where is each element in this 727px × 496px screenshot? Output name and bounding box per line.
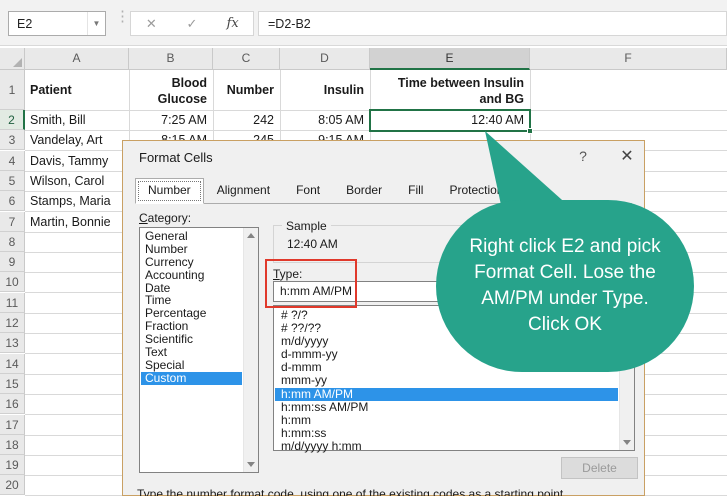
- category-label: Category:: [139, 211, 192, 225]
- category-item-number[interactable]: Number: [141, 242, 242, 256]
- row-header-4[interactable]: 4: [0, 151, 25, 171]
- row-header-18[interactable]: 18: [0, 435, 25, 455]
- tab-fill[interactable]: Fill: [395, 178, 436, 203]
- category-list[interactable]: General Number Currency Accounting Date Time P…: [139, 227, 259, 473]
- column-header-E[interactable]: E: [370, 48, 530, 70]
- scroll-down-icon[interactable]: [623, 440, 631, 445]
- scroll-up-icon[interactable]: [247, 233, 255, 238]
- row-header-7[interactable]: 7: [0, 212, 25, 232]
- row-header-3[interactable]: 3: [0, 130, 25, 150]
- row-header-13[interactable]: 13: [0, 333, 25, 353]
- red-highlight-box: [265, 259, 357, 308]
- cell-D2[interactable]: 8:05 AM: [280, 110, 370, 130]
- cell-A4[interactable]: Davis, Tammy: [25, 151, 129, 171]
- category-item-accounting[interactable]: Accounting: [141, 268, 242, 282]
- cell-A2[interactable]: Smith, Bill: [25, 110, 129, 130]
- row-header-15[interactable]: 15: [0, 374, 25, 394]
- cell-A5[interactable]: Wilson, Carol: [25, 171, 129, 191]
- cancel-icon[interactable]: ✕: [136, 16, 166, 32]
- column-header-A[interactable]: A: [25, 48, 129, 70]
- row-header-14[interactable]: 14: [0, 354, 25, 374]
- cell-E1[interactable]: Time between Insulin and BG: [370, 70, 530, 110]
- type-option[interactable]: h:mm: [275, 413, 618, 427]
- category-item-custom[interactable]: Custom: [141, 371, 242, 385]
- row-header-6[interactable]: 6: [0, 191, 25, 211]
- type-option[interactable]: h:mm:ss AM/PM: [275, 400, 618, 414]
- callout-text-line: Right click E2 and pick: [469, 236, 661, 257]
- row-header-5[interactable]: 5: [0, 171, 25, 191]
- tab-alignment[interactable]: Alignment: [204, 178, 283, 203]
- separator-dots-icon: ⋮: [115, 8, 130, 25]
- formula-buttons: ✕ ✓ fx: [130, 11, 254, 36]
- category-item-currency[interactable]: Currency: [141, 255, 242, 269]
- category-list-scrollbar[interactable]: [243, 228, 258, 472]
- cell-A3[interactable]: Vandelay, Art: [25, 130, 129, 150]
- row-header-17[interactable]: 17: [0, 415, 25, 435]
- category-item-special[interactable]: Special: [141, 359, 242, 372]
- formula-input[interactable]: =D2-B2: [258, 11, 727, 36]
- row-header-19[interactable]: 19: [0, 455, 25, 475]
- category-item-general[interactable]: General: [141, 230, 242, 243]
- callout-text-line: Click OK: [528, 314, 602, 335]
- row-header-10[interactable]: 10: [0, 272, 25, 292]
- tab-number[interactable]: Number: [135, 178, 204, 204]
- sample-value: 12:40 AM: [287, 237, 338, 251]
- cell-A7[interactable]: Martin, Bonnie: [25, 212, 129, 232]
- enter-icon[interactable]: ✓: [177, 16, 207, 32]
- name-box-dropdown-icon[interactable]: ▼: [87, 12, 105, 35]
- callout-bubble: Right click E2 and pick Format Cell. Lose…: [436, 200, 694, 372]
- column-header-C[interactable]: C: [213, 48, 280, 70]
- dialog-title: Format Cells: [139, 150, 213, 165]
- tab-font[interactable]: Font: [283, 178, 333, 203]
- column-header-F[interactable]: F: [530, 48, 727, 70]
- formula-bar: E2 ▼ ⋮ ✕ ✓ fx =D2-B2: [0, 0, 727, 46]
- type-option[interactable]: h:mm AM/PM: [275, 387, 618, 401]
- cell-C1[interactable]: Number: [213, 70, 280, 110]
- row-header-9[interactable]: 9: [0, 252, 25, 272]
- column-header-D[interactable]: D: [280, 48, 370, 70]
- cell-B1[interactable]: Blood Glucose: [129, 70, 213, 110]
- cell-A1[interactable]: Patient: [25, 70, 129, 110]
- sample-label: Sample: [282, 219, 331, 233]
- type-option[interactable]: m/d/yyyy h:mm: [275, 439, 618, 453]
- column-header-B[interactable]: B: [129, 48, 213, 70]
- insert-function-icon[interactable]: fx: [218, 16, 248, 31]
- category-item-text[interactable]: Text: [141, 346, 242, 359]
- tab-border[interactable]: Border: [333, 178, 395, 203]
- row-header-11[interactable]: 11: [0, 293, 25, 313]
- row-header-16[interactable]: 16: [0, 394, 25, 414]
- cell-C2[interactable]: 242: [213, 110, 280, 130]
- delete-button[interactable]: Delete: [561, 457, 638, 479]
- callout-text-line: Format Cell. Lose the: [474, 262, 656, 283]
- select-all-triangle-icon: [13, 58, 22, 67]
- cell-D1[interactable]: Insulin: [280, 70, 370, 110]
- row-header-12[interactable]: 12: [0, 313, 25, 333]
- row-header-1[interactable]: 1: [0, 70, 25, 110]
- cell-A6[interactable]: Stamps, Maria: [25, 191, 129, 211]
- scroll-down-icon[interactable]: [247, 462, 255, 467]
- dialog-footer-text: Type the number format code, using one o…: [137, 487, 567, 496]
- row-header-20[interactable]: 20: [0, 475, 25, 495]
- type-option[interactable]: mmm-yy: [275, 374, 618, 387]
- select-all-button[interactable]: [0, 48, 25, 70]
- callout-text-line: AM/PM under Type.: [481, 288, 649, 309]
- name-box-value: E2: [17, 16, 33, 31]
- row-header-2[interactable]: 2: [0, 110, 25, 130]
- cell-B2[interactable]: 7:25 AM: [129, 110, 213, 130]
- row-header-8[interactable]: 8: [0, 232, 25, 252]
- name-box[interactable]: E2 ▼: [8, 11, 106, 36]
- type-option[interactable]: h:mm:ss: [275, 426, 618, 440]
- close-icon[interactable]: ✕: [615, 146, 639, 168]
